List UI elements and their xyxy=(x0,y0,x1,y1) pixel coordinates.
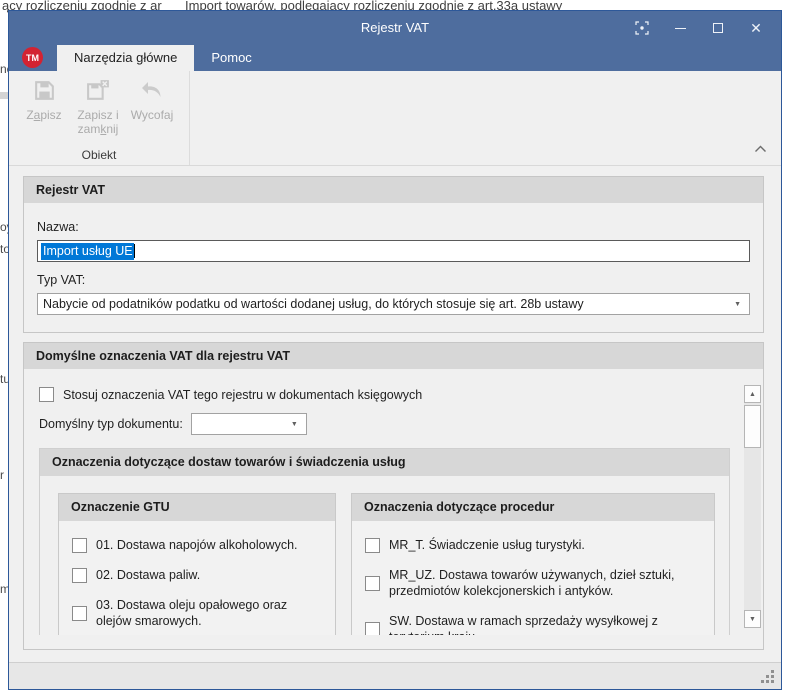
oznaczenia-dostaw-section: Oznaczenia dotyczące dostaw towarów i św… xyxy=(39,448,730,635)
ribbon: Zapisz Zapisz i zamknij xyxy=(9,71,781,166)
fit-window-icon[interactable] xyxy=(623,11,661,45)
minimize-button[interactable] xyxy=(661,11,699,45)
oznaczenia-dostaw-header: Oznaczenia dotyczące dostaw towarów i św… xyxy=(40,449,729,476)
checkbox-icon xyxy=(39,387,54,402)
save-button[interactable]: Zapisz xyxy=(17,78,71,136)
save-icon xyxy=(32,78,57,108)
save-and-close-button[interactable]: Zapisz i zamknij xyxy=(71,78,125,136)
gtu-panel: Oznaczenie GTU 01. Dostawa napojów alkoh… xyxy=(58,493,336,635)
scroll-up-icon[interactable]: ▲ xyxy=(744,385,761,403)
checkbox-icon xyxy=(72,568,87,583)
maximize-icon xyxy=(713,23,723,33)
checkbox-icon xyxy=(72,538,87,553)
rejestr-vat-group-header: Rejestr VAT xyxy=(24,177,763,203)
rejestr-vat-group: Rejestr VAT Nazwa: Import usług UE Typ V… xyxy=(23,176,764,333)
typ-vat-label: Typ VAT: xyxy=(37,273,750,287)
procedury-panel-header: Oznaczenia dotyczące procedur xyxy=(352,494,714,521)
titlebar[interactable]: Rejestr VAT ✕ xyxy=(9,11,781,45)
ribbon-group-obiekt: Zapisz Zapisz i zamknij xyxy=(9,71,190,165)
scroll-viewport: Stosuj oznaczenia VAT tego rejestru w do… xyxy=(39,385,737,635)
checkbox-proc-mr-uz[interactable]: MR_UZ. Dostawa towarów używanych, dzieł … xyxy=(365,567,702,599)
chevron-down-icon: ▼ xyxy=(291,421,306,428)
vertical-scrollbar[interactable]: ▲ ▼ xyxy=(744,385,761,628)
checkbox-icon xyxy=(365,538,380,553)
typ-vat-select[interactable]: Nabycie od podatników podatku od wartośc… xyxy=(37,293,750,315)
checkbox-icon xyxy=(365,576,380,591)
ribbon-tab-bar: TM Narzędzia główne Pomoc xyxy=(9,45,781,71)
nazwa-label: Nazwa: xyxy=(37,220,750,234)
nazwa-input[interactable]: Import usług UE xyxy=(37,240,750,262)
undo-arrow-icon xyxy=(139,78,165,108)
gtu-panel-header: Oznaczenie GTU xyxy=(59,494,335,521)
tab-pomoc[interactable]: Pomoc xyxy=(194,45,268,71)
domyslny-typ-select[interactable]: ▼ xyxy=(191,413,307,435)
background-gray-band xyxy=(0,92,8,99)
dialog-content: Rejestr VAT Nazwa: Import usług UE Typ V… xyxy=(9,166,781,662)
close-button[interactable]: ✕ xyxy=(737,11,775,45)
checkbox-gtu-02[interactable]: 02. Dostawa paliw. xyxy=(72,567,323,583)
domyslne-oznaczenia-header: Domyślne oznaczenia VAT dla rejestru VAT xyxy=(24,343,763,369)
rejestr-vat-window: Rejestr VAT ✕ TM Narzędzia główne Pomoc xyxy=(8,10,782,690)
ribbon-group-label: Obiekt xyxy=(9,148,189,162)
checkbox-icon xyxy=(72,606,87,621)
checkbox-icon xyxy=(365,622,380,636)
save-and-close-icon xyxy=(85,78,112,108)
collapse-ribbon-icon[interactable] xyxy=(754,140,767,158)
text-caret xyxy=(134,244,135,258)
checkbox-proc-sw[interactable]: SW. Dostawa w ramach sprzedaży wysyłkowe… xyxy=(365,613,702,635)
checkbox-proc-mr-t[interactable]: MR_T. Świadczenie usług turystyki. xyxy=(365,537,702,553)
undo-button[interactable]: Wycofaj xyxy=(125,78,179,136)
close-icon: ✕ xyxy=(750,21,762,35)
checkbox-gtu-01[interactable]: 01. Dostawa napojów alkoholowych. xyxy=(72,537,323,553)
domyslne-oznaczenia-group: Domyślne oznaczenia VAT dla rejestru VAT… xyxy=(23,342,764,650)
typ-vat-value: Nabycie od podatników podatku od wartośc… xyxy=(43,297,584,311)
stosuj-oznaczenia-checkbox[interactable]: Stosuj oznaczenia VAT tego rejestru w do… xyxy=(39,387,737,402)
status-bar xyxy=(9,662,781,689)
procedury-panel: Oznaczenia dotyczące procedur MR_T. Świa… xyxy=(351,493,715,635)
minimize-icon xyxy=(675,28,686,29)
domyslny-typ-label: Domyślny typ dokumentu: xyxy=(39,417,183,431)
tab-narzedzia-glowne[interactable]: Narzędzia główne xyxy=(57,45,194,71)
app-logo[interactable]: TM xyxy=(22,47,43,68)
window-title: Rejestr VAT xyxy=(361,11,429,45)
resize-grip-icon[interactable] xyxy=(771,680,774,683)
selected-text: Import usług UE xyxy=(41,243,134,260)
scrollbar-thumb[interactable] xyxy=(744,405,761,448)
checkbox-gtu-03[interactable]: 03. Dostawa oleju opałowego oraz olejów … xyxy=(72,597,323,629)
chevron-down-icon: ▼ xyxy=(734,301,749,308)
maximize-button[interactable] xyxy=(699,11,737,45)
scroll-down-icon[interactable]: ▼ xyxy=(744,610,761,628)
